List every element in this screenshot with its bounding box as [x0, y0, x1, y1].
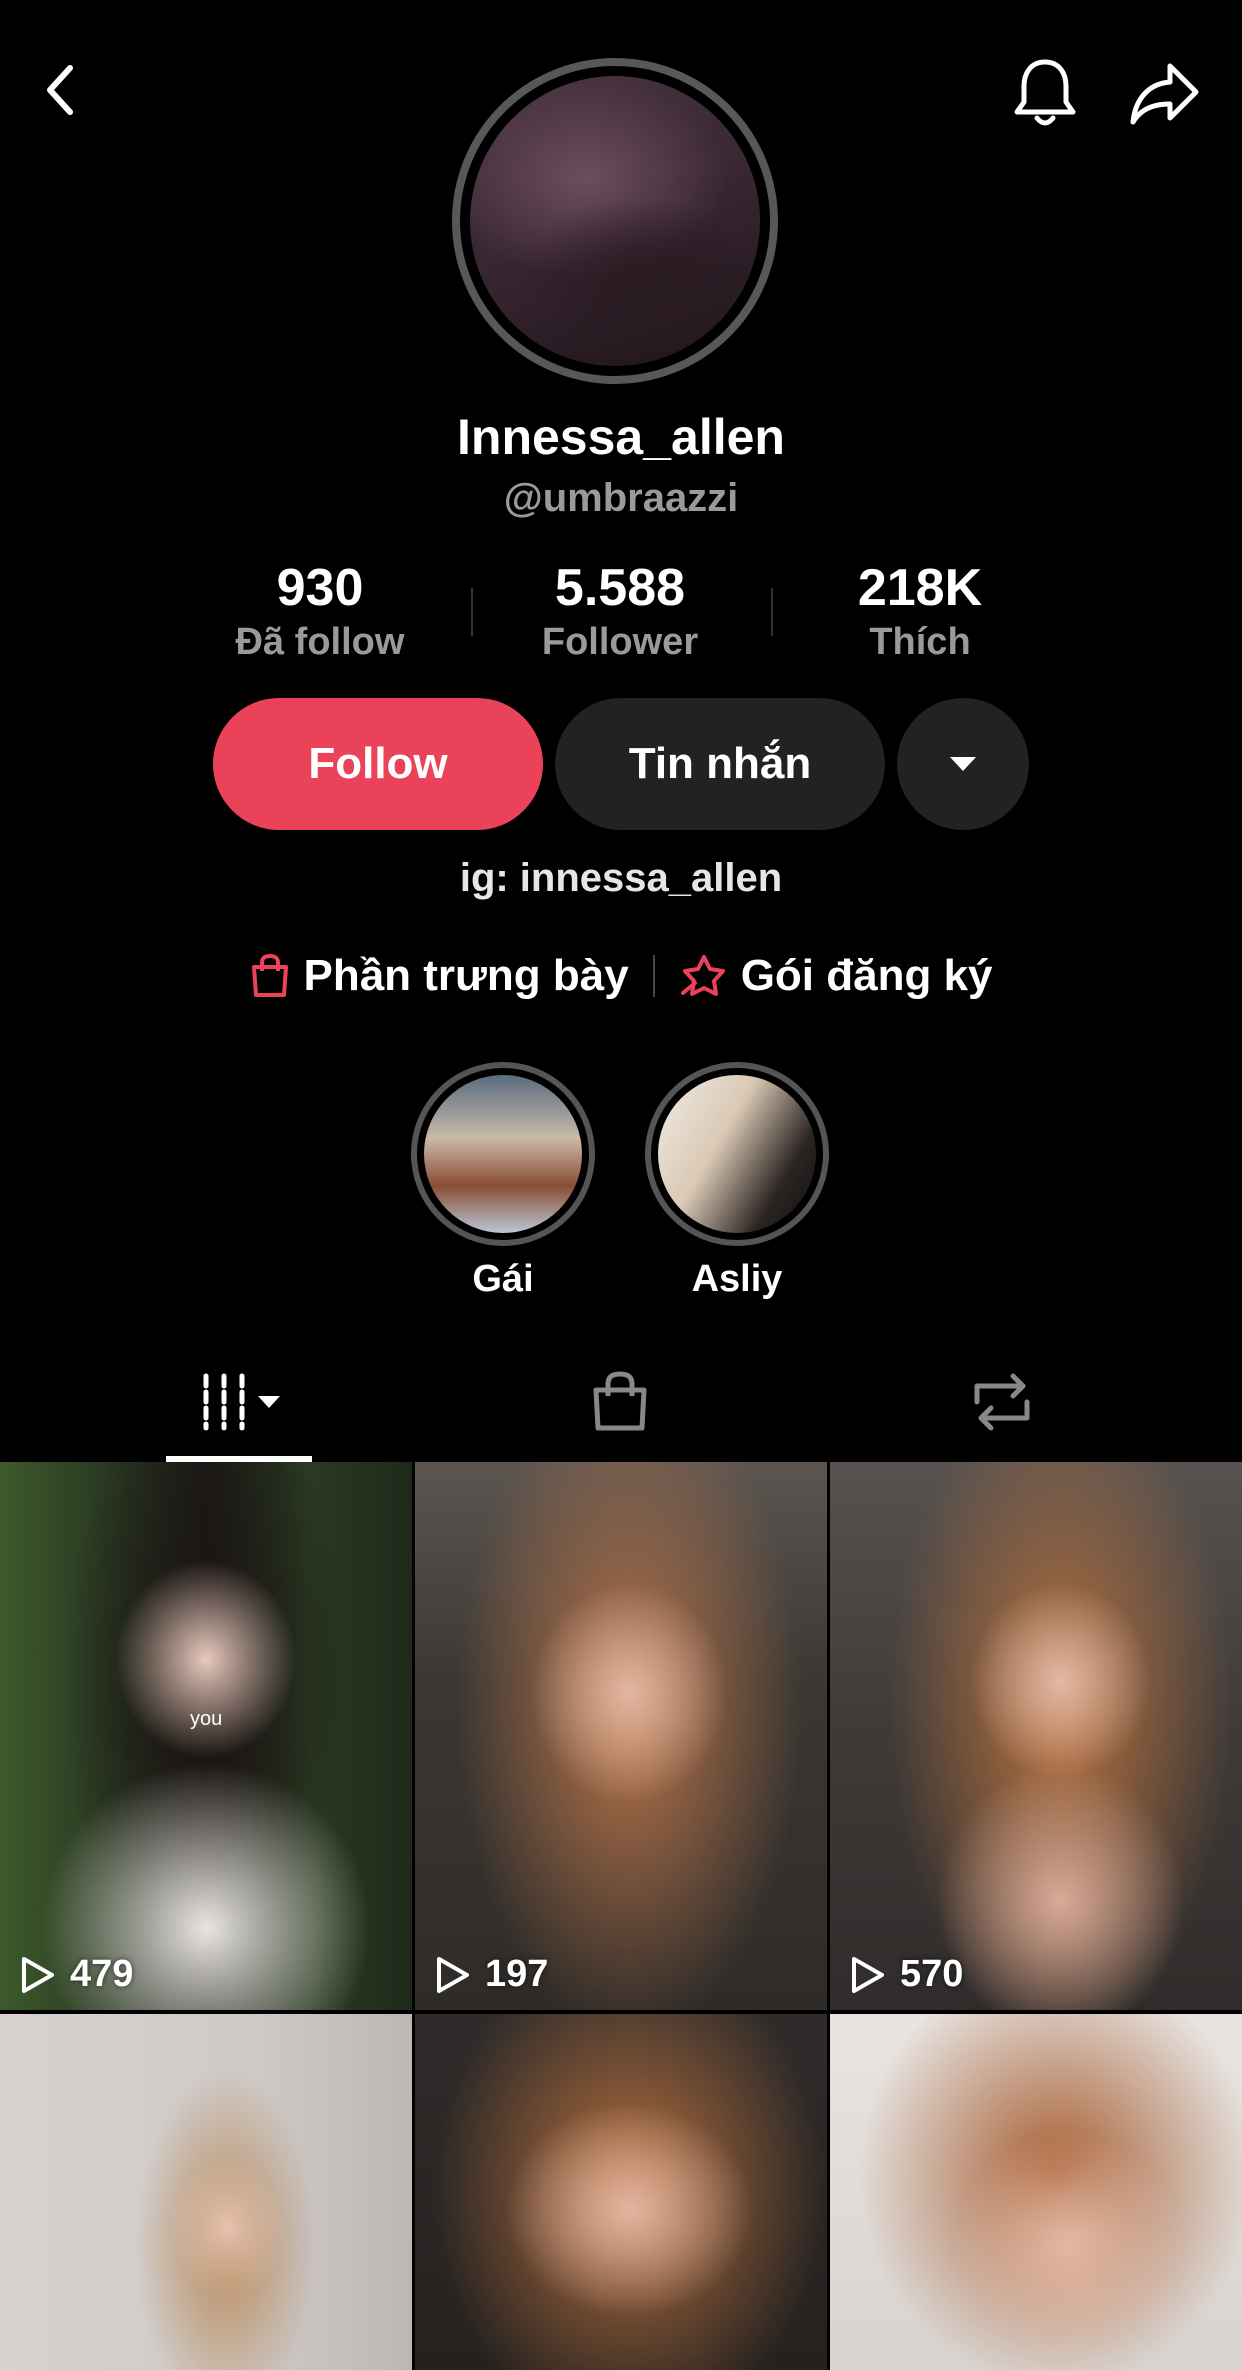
highlight-thumbnail [658, 1075, 816, 1233]
showcase-label: Phần trưng bày [303, 951, 629, 1000]
repost-icon [974, 1373, 1030, 1431]
profile-links: Phần trưng bày Gói đăng ký [0, 946, 1242, 1006]
stat-following-label: Đã follow [235, 621, 405, 663]
video-thumbnail[interactable]: you 479 [0, 1462, 412, 2010]
stat-likes-label: Thích [869, 621, 971, 663]
subscription-label: Gói đăng ký [740, 951, 993, 1000]
star-badge-icon [680, 955, 725, 996]
view-count-value: 197 [485, 1953, 549, 1995]
caret-down-icon [950, 757, 976, 771]
highlight-name: Gái [472, 1258, 534, 1300]
link-divider [652, 955, 655, 997]
video-caption: you [190, 1708, 223, 1730]
bio: ig: innessa_allen [459, 856, 783, 900]
tab-shop[interactable] [540, 1342, 700, 1462]
avatar-ring[interactable] [452, 58, 778, 384]
video-thumbnail[interactable]: 570 [830, 1462, 1242, 2010]
play-icon [22, 1956, 54, 1993]
grid-columns-icon [203, 1373, 280, 1431]
story-highlight[interactable]: Gái [408, 1062, 598, 1301]
shopping-bag-icon [593, 1371, 647, 1431]
video-thumbnail[interactable] [830, 2014, 1242, 2370]
follow-button[interactable]: Follow [213, 698, 543, 830]
video-thumbnail[interactable] [0, 2014, 412, 2370]
display-name: Innessa_allen [457, 409, 785, 465]
play-icon [437, 1956, 469, 1993]
view-count: 479 [18, 1953, 133, 1996]
share-arrow-icon [1130, 63, 1199, 125]
play-icon [852, 1956, 884, 1993]
notifications-button[interactable] [1000, 48, 1090, 138]
back-button[interactable] [30, 50, 90, 130]
view-count: 570 [848, 1953, 963, 1996]
highlight-thumbnail [424, 1075, 582, 1233]
highlight-ring [411, 1062, 595, 1246]
share-button[interactable] [1120, 48, 1210, 138]
bell-icon [1014, 59, 1076, 126]
highlight-ring [645, 1062, 829, 1246]
stat-divider [771, 588, 773, 636]
tab-reposts[interactable] [922, 1342, 1082, 1462]
subscription-link[interactable]: Gói đăng ký [679, 951, 993, 1001]
video-thumbnail[interactable] [415, 2014, 827, 2370]
stat-followers-label: Follower [541, 621, 699, 663]
content-tab-bar [0, 1342, 1242, 1462]
tab-videos[interactable] [160, 1342, 320, 1462]
stat-likes-count: 218K [857, 559, 983, 617]
avatar [470, 76, 760, 366]
stat-following-count: 930 [276, 559, 364, 617]
story-highlight[interactable]: Asliy [642, 1062, 832, 1301]
view-count-value: 570 [900, 1953, 964, 1995]
shopping-bag-icon [252, 953, 289, 997]
highlight-name: Asliy [691, 1258, 783, 1300]
more-options-button[interactable] [897, 698, 1029, 830]
chevron-left-icon [47, 65, 73, 115]
message-button[interactable]: Tin nhắn [555, 698, 885, 830]
video-thumbnail[interactable]: 197 [415, 1462, 827, 2010]
stat-likes[interactable]: 218K Thích [800, 558, 1040, 666]
username: @umbraazzi [503, 476, 739, 520]
view-count: 197 [433, 1953, 548, 1996]
showcase-link[interactable]: Phần trưng bày [249, 951, 629, 1001]
stat-divider [471, 588, 473, 636]
stat-followers[interactable]: 5.588 Follower [500, 558, 740, 666]
view-count-value: 479 [70, 1953, 134, 1995]
stat-followers-count: 5.588 [554, 559, 686, 617]
stat-following[interactable]: 930 Đã follow [200, 558, 440, 666]
